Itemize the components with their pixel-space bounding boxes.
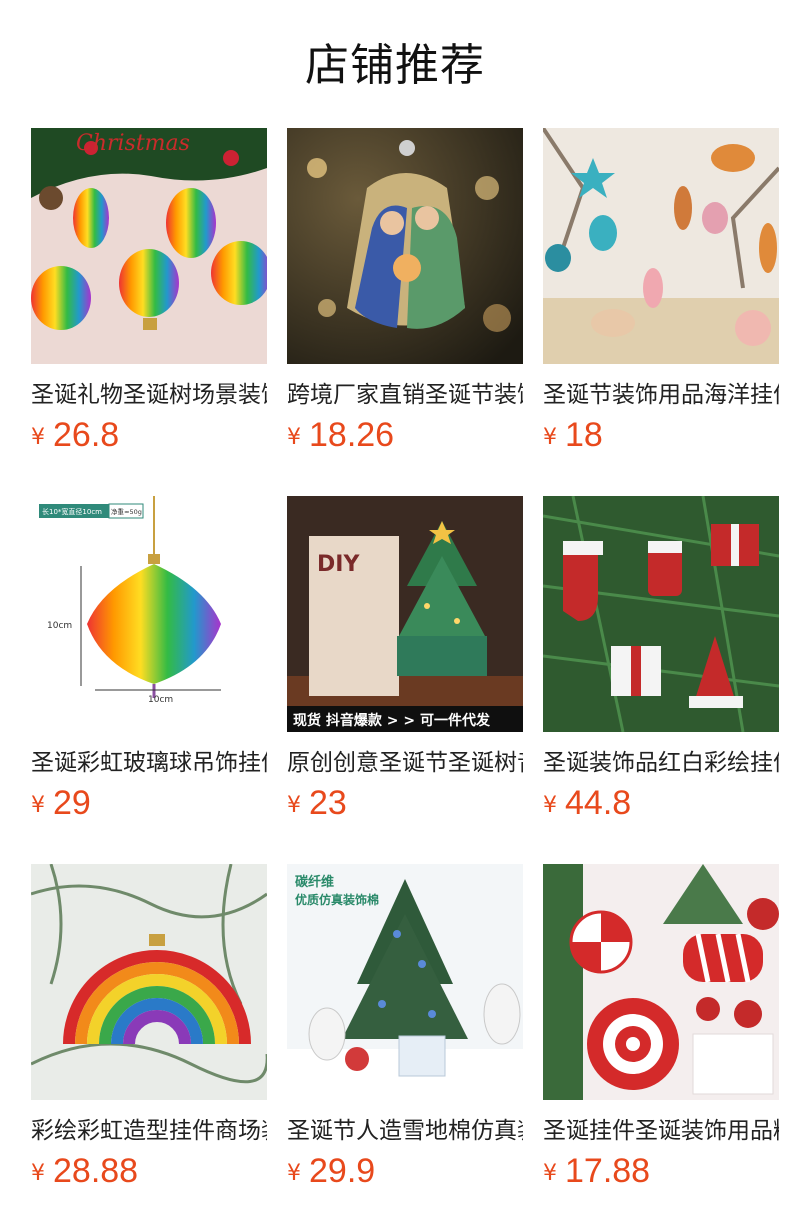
product-name[interactable]: 彩绘彩虹造型挂件商场装饰 (31, 1114, 267, 1148)
height-dim-text: 10cm (47, 621, 72, 631)
product-price: ¥26.8 (31, 416, 119, 460)
price-value: 29 (53, 784, 91, 822)
price-value: 26.8 (53, 416, 120, 454)
product-image[interactable] (543, 864, 779, 1100)
product-name[interactable]: 圣诞彩虹玻璃球吊饰挂件 (31, 746, 267, 780)
currency-symbol: ¥ (31, 793, 45, 818)
size-tag-text: 长10*宽直径10cm (42, 507, 102, 516)
christmas-sign-text: Christmas (76, 131, 190, 156)
price-value: 44.8 (565, 784, 632, 822)
price-value: 28.88 (53, 1152, 139, 1190)
product-card[interactable]: 圣诞挂件圣诞装饰用品糖果 ¥17.88 (543, 864, 779, 1200)
price-value: 23 (309, 784, 347, 822)
product-card[interactable]: 圣诞节装饰用品海洋挂件 ¥18 (543, 128, 779, 464)
currency-symbol: ¥ (287, 1161, 301, 1186)
currency-symbol: ¥ (543, 793, 557, 818)
product-price: ¥28.88 (31, 1152, 138, 1196)
promo-title-text: 碳纤维 (295, 874, 334, 890)
product-name[interactable]: 原创创意圣诞节圣诞树音乐盒 (287, 746, 523, 780)
product-image[interactable]: 长10*宽直径10cm 净重≈50g 10cm 10cm (31, 496, 267, 732)
product-card[interactable]: 跨境厂家直销圣诞节装饰 ¥18.26 (287, 128, 523, 464)
product-card[interactable]: 碳纤维 优质仿真装饰棉 圣诞节人造雪地棉仿真装饰 ¥29.9 (287, 864, 523, 1200)
promo-subtitle-text: 优质仿真装饰棉 (295, 892, 379, 907)
product-card[interactable]: 彩绘彩虹造型挂件商场装饰 ¥28.88 (31, 864, 267, 1200)
product-card[interactable]: 长10*宽直径10cm 净重≈50g 10cm 10cm 圣诞彩虹玻璃球吊饰挂件… (31, 496, 267, 832)
product-image[interactable] (543, 496, 779, 732)
currency-symbol: ¥ (287, 793, 301, 818)
product-image[interactable] (287, 128, 523, 364)
product-card[interactable]: DIY 现货 抖音爆款 > > 可一件代发 原创创意圣诞节圣诞树音乐盒 ¥23 (287, 496, 523, 832)
product-price: ¥18.26 (287, 416, 394, 460)
currency-symbol: ¥ (31, 1161, 45, 1186)
product-image[interactable]: 碳纤维 优质仿真装饰棉 (287, 864, 523, 1100)
product-price: ¥23 (287, 784, 347, 828)
product-name[interactable]: 跨境厂家直销圣诞节装饰 (287, 378, 523, 412)
product-image[interactable] (543, 128, 779, 364)
product-price: ¥17.88 (543, 1152, 650, 1196)
price-value: 29.9 (309, 1152, 376, 1190)
promo-banner-text: 现货 抖音爆款 > > 可一件代发 (293, 712, 491, 729)
product-name[interactable]: 圣诞装饰品红白彩绘挂件 (543, 746, 779, 780)
weight-tag-text: 净重≈50g (111, 507, 142, 516)
currency-symbol: ¥ (31, 425, 45, 450)
currency-symbol: ¥ (287, 425, 301, 450)
product-card[interactable]: 圣诞装饰品红白彩绘挂件 ¥44.8 (543, 496, 779, 832)
product-card[interactable]: Christmas 圣诞礼物圣诞树场景装饰 ¥26.8 (31, 128, 267, 464)
product-name[interactable]: 圣诞节人造雪地棉仿真装饰 (287, 1114, 523, 1148)
currency-symbol: ¥ (543, 1161, 557, 1186)
product-price: ¥29.9 (287, 1152, 375, 1196)
product-price: ¥29 (31, 784, 91, 828)
product-image[interactable] (31, 864, 267, 1100)
product-name[interactable]: 圣诞挂件圣诞装饰用品糖果 (543, 1114, 779, 1148)
product-price: ¥18 (543, 416, 603, 460)
price-value: 17.88 (565, 1152, 651, 1190)
page-title: 店铺推荐 (305, 40, 485, 91)
width-dim-text: 10cm (148, 695, 173, 705)
currency-symbol: ¥ (543, 425, 557, 450)
product-name[interactable]: 圣诞礼物圣诞树场景装饰 (31, 378, 267, 412)
price-value: 18 (565, 416, 603, 454)
product-image[interactable]: Christmas (31, 128, 267, 364)
product-image[interactable]: DIY 现货 抖音爆款 > > 可一件代发 (287, 496, 523, 732)
price-value: 18.26 (309, 416, 395, 454)
product-price: ¥44.8 (543, 784, 631, 828)
product-name[interactable]: 圣诞节装饰用品海洋挂件 (543, 378, 779, 412)
music-box-label-text: DIY (317, 552, 360, 577)
